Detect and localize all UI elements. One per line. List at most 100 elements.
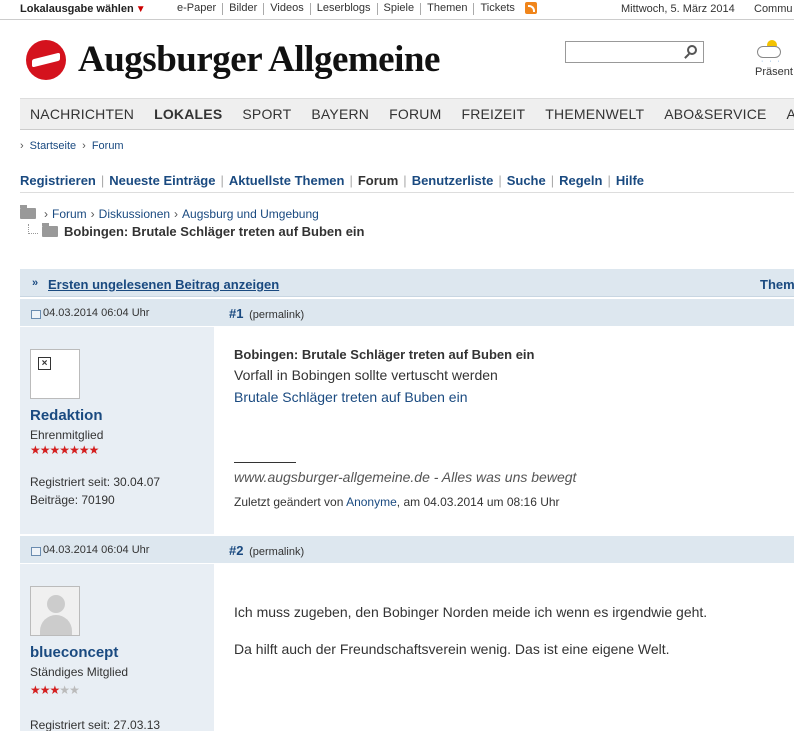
post-user-info: blueconcept Ständiges Mitglied ★★★★★ Reg…	[20, 564, 214, 731]
user-meta: Registriert seit: 30.04.07 Beiträge: 701…	[30, 473, 160, 509]
weather-label[interactable]: Präsent	[755, 66, 793, 78]
user-registered: Registriert seit: 30.04.07	[30, 475, 161, 489]
forum-nav-neueste[interactable]: Neueste Einträge	[109, 173, 215, 188]
star-icon: ★	[69, 443, 80, 457]
nav-freizeit[interactable]: FREIZEIT	[451, 106, 535, 122]
tree-connector-icon	[28, 224, 38, 234]
edited-by-user[interactable]: Anonyme	[346, 495, 397, 509]
post-date: 04.03.2014 06:04 Uhr	[43, 307, 150, 319]
post-body: Ich muss zugeben, den Bobinger Norden me…	[214, 564, 794, 731]
star-icon: ★	[49, 443, 61, 457]
top-links: e-Paper Bilder Videos Leserblogs Spiele …	[177, 2, 537, 15]
post-signature: www.augsburger-allgemeine.de - Alles was…	[234, 469, 577, 485]
nav-nachrichten[interactable]: NACHRICHTEN	[20, 106, 144, 122]
post-body: Bobingen: Brutale Schläger treten auf Bu…	[214, 327, 794, 534]
broken-image-icon: ×	[38, 357, 51, 370]
search-input[interactable]	[565, 41, 704, 63]
first-unread-link[interactable]: Ersten ungelesenen Beitrag anzeigen	[48, 277, 279, 292]
user-rank: Ständiges Mitglied	[30, 665, 129, 679]
main-navigation: NACHRICHTEN LOKALES SPORT BAYERN FORUM F…	[20, 98, 794, 130]
star-icon: ★	[39, 683, 51, 697]
star-icon: ★	[39, 443, 51, 457]
post-header: 04.03.2014 06:04 Uhr #1 (permalink)	[20, 298, 794, 326]
community-link[interactable]: Commu	[754, 3, 793, 15]
username[interactable]: blueconcept	[30, 644, 118, 661]
thema-overflow-link[interactable]: Them	[760, 277, 794, 292]
breadcrumb-forum[interactable]: Forum	[92, 140, 124, 152]
double-chevron-down-icon[interactable]: »	[32, 277, 38, 289]
permalink[interactable]: (permalink)	[249, 546, 304, 558]
forum-nav-registrieren[interactable]: Registrieren	[20, 173, 96, 188]
user-silhouette-body	[40, 615, 72, 635]
rss-icon[interactable]	[524, 2, 537, 14]
site-logo-text[interactable]: Augsburger Allgemeine	[78, 38, 440, 81]
top-link-themen[interactable]: Themen	[420, 3, 473, 15]
breadcrumb-separator: ›	[20, 140, 24, 152]
user-post-count: Beiträge: 70190	[30, 493, 115, 507]
star-icon: ★	[59, 443, 70, 457]
post-number: #1 (permalink)	[229, 306, 304, 321]
folder-icon	[20, 205, 36, 219]
avatar[interactable]: ×	[30, 349, 80, 399]
forum-nav-aktuellste[interactable]: Aktuellste Themen	[229, 173, 345, 188]
top-link-leserblogs[interactable]: Leserblogs	[309, 3, 377, 15]
permalink[interactable]: (permalink)	[249, 309, 304, 321]
star-icon: ★	[59, 683, 70, 697]
nav-overflow[interactable]: AN	[777, 106, 794, 122]
local-edition-selector[interactable]: Lokalausgabe wählen ▼	[20, 3, 146, 15]
star-icon: ★	[69, 683, 80, 697]
post-icon	[31, 547, 41, 556]
breadcrumb-home[interactable]: Startseite	[30, 140, 76, 152]
top-bar: Lokalausgabe wählen ▼ e-Paper Bilder Vide…	[0, 0, 794, 20]
path-diskussionen[interactable]: Diskussionen	[99, 207, 170, 221]
post-number-link[interactable]: #1	[229, 306, 243, 321]
user-rank: Ehrenmitglied	[30, 428, 104, 442]
top-link-spiele[interactable]: Spiele	[376, 3, 421, 15]
star-icon: ★	[88, 443, 100, 457]
post-article-link[interactable]: Brutale Schläger treten auf Buben ein	[234, 389, 468, 405]
edited-prefix: Zuletzt geändert von	[234, 495, 347, 509]
post-user-info: × Redaktion Ehrenmitglied ★★★★★★★ Regist…	[20, 327, 214, 534]
username[interactable]: Redaktion	[30, 407, 103, 424]
star-icon: ★	[30, 683, 41, 697]
forum-nav-suche[interactable]: Suche	[507, 173, 546, 188]
forum-nav-hilfe[interactable]: Hilfe	[616, 173, 644, 188]
post-date: 04.03.2014 06:04 Uhr	[43, 544, 150, 556]
forum-nav-regeln[interactable]: Regeln	[559, 173, 602, 188]
post-number-link[interactable]: #2	[229, 543, 243, 558]
forum-nav-benutzerliste[interactable]: Benutzerliste	[412, 173, 494, 188]
post-paragraph: Da hilft auch der Freundschaftsverein we…	[234, 641, 670, 657]
thread-title-text: Bobingen: Brutale Schläger treten auf Bu…	[64, 224, 365, 239]
rank-stars-icon: ★★★★★	[30, 683, 80, 697]
nav-sport[interactable]: SPORT	[232, 106, 301, 122]
breadcrumb: › Startseite › Forum	[20, 140, 124, 152]
path-forum[interactable]: Forum	[52, 207, 87, 221]
top-link-epaper[interactable]: e-Paper	[177, 3, 222, 15]
edited-suffix: , am 04.03.2014 um 08:16 Uhr	[396, 495, 560, 509]
user-silhouette-icon	[47, 595, 65, 613]
star-icon: ★	[30, 443, 41, 457]
post-paragraph: Ich muss zugeben, den Bobinger Norden me…	[234, 604, 708, 620]
signature-divider	[234, 462, 296, 463]
nav-lokales[interactable]: LOKALES	[144, 106, 232, 122]
logo-icon[interactable]	[26, 40, 66, 80]
nav-abo-service[interactable]: ABO&SERVICE	[654, 106, 776, 122]
top-link-bilder[interactable]: Bilder	[222, 3, 263, 15]
avatar[interactable]	[30, 586, 80, 636]
forum-navigation: Registrieren | Neueste Einträge | Aktuellste…	[20, 173, 794, 193]
user-registered: Registriert seit: 27.03.13	[30, 718, 161, 731]
forum-nav-forum[interactable]: Forum	[358, 173, 398, 188]
post-number: #2 (permalink)	[229, 543, 304, 558]
top-link-tickets[interactable]: Tickets	[473, 3, 520, 15]
star-icon: ★	[78, 443, 90, 457]
search-icon[interactable]	[687, 45, 697, 55]
forum-path: › Forum › Diskussionen › Augsburg und Umgebun…	[20, 205, 319, 221]
post-text: Vorfall in Bobingen sollte vertuscht wer…	[234, 367, 498, 383]
weather-icon[interactable]: · · ·	[755, 40, 785, 65]
nav-themenwelt[interactable]: THEMENWELT	[535, 106, 654, 122]
user-meta: Registriert seit: 27.03.13	[30, 716, 160, 731]
nav-forum[interactable]: FORUM	[379, 106, 451, 122]
path-augsburg[interactable]: Augsburg und Umgebung	[182, 207, 319, 221]
nav-bayern[interactable]: BAYERN	[301, 106, 379, 122]
top-link-videos[interactable]: Videos	[263, 3, 309, 15]
